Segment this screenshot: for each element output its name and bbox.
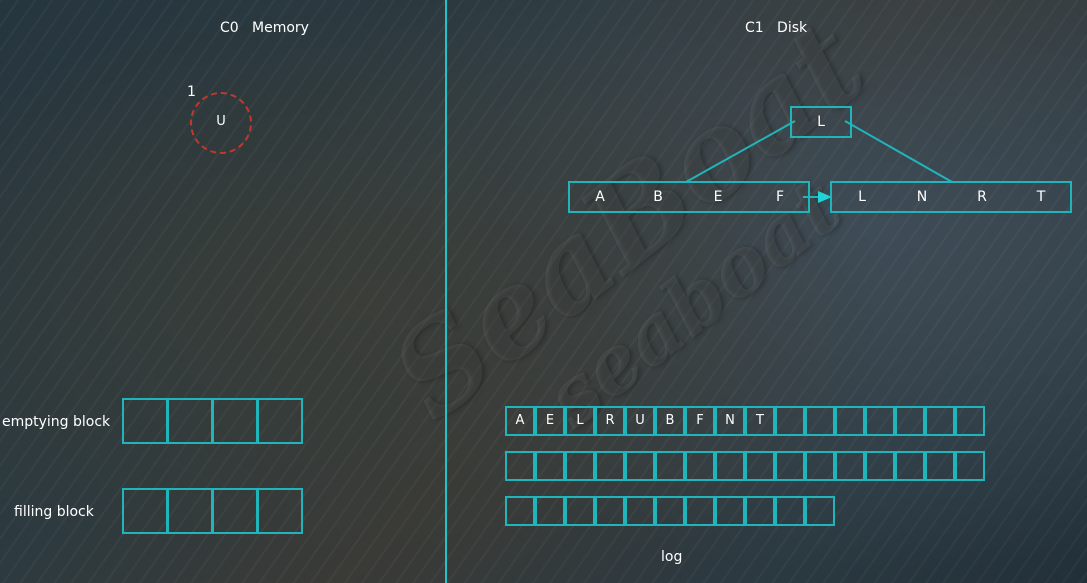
log-cell: [685, 451, 715, 481]
log-cell: [625, 451, 655, 481]
tree-root-label: L: [817, 114, 825, 130]
log-cell: [895, 406, 925, 436]
root-to-right-leaf-line: [844, 120, 953, 183]
log-cell: N: [715, 406, 745, 436]
log-cell: A: [505, 406, 535, 436]
log-cell: [505, 496, 535, 526]
log-cell: [955, 406, 985, 436]
block-cell: [257, 488, 303, 534]
log-cell: [925, 406, 955, 436]
log-cell: [775, 496, 805, 526]
block-cell: [122, 398, 168, 444]
log-cell: [565, 451, 595, 481]
block-cell: [212, 398, 258, 444]
block-cell: [167, 488, 213, 534]
leaf-right-key: L: [858, 189, 866, 205]
leaf-right-key: R: [977, 189, 987, 205]
log-cell: [925, 451, 955, 481]
block-cell: [167, 398, 213, 444]
leaf-right-key: T: [1036, 189, 1046, 205]
log-cell: B: [655, 406, 685, 436]
block-cell: [122, 488, 168, 534]
root-to-left-leaf-line: [685, 120, 796, 183]
log-cell: [595, 451, 625, 481]
log-cell: [835, 451, 865, 481]
log-cell: [895, 451, 925, 481]
log-cell: [745, 496, 775, 526]
log-cell: [685, 496, 715, 526]
log-cell: L: [565, 406, 595, 436]
log-cell: [715, 496, 745, 526]
emptying-block-label: emptying block: [2, 414, 111, 430]
log-cell: E: [535, 406, 565, 436]
log-cell: T: [745, 406, 775, 436]
log-cell: [955, 451, 985, 481]
filling-block-label: filling block: [14, 504, 94, 520]
log-cell: [805, 451, 835, 481]
log-cell: [775, 451, 805, 481]
log-cell: [865, 406, 895, 436]
log-cell: [625, 496, 655, 526]
log-cell: [805, 406, 835, 436]
log-cell: [775, 406, 805, 436]
leaf-right-key: N: [916, 189, 928, 205]
log-cell: [595, 496, 625, 526]
log-cell: [865, 451, 895, 481]
leaf-left-key: F: [775, 189, 785, 205]
leaf-left-key: A: [595, 189, 605, 205]
block-cell: [257, 398, 303, 444]
log-cell: [535, 496, 565, 526]
log-cell: [805, 496, 835, 526]
log-cell: [565, 496, 595, 526]
log-cell: F: [685, 406, 715, 436]
block-cell: [212, 488, 258, 534]
log-cell: [745, 451, 775, 481]
log-cell: [715, 451, 745, 481]
leaf-left-key: E: [713, 189, 723, 205]
log-cell: [835, 406, 865, 436]
log-cell: [535, 451, 565, 481]
leaf-left-key: B: [653, 189, 663, 205]
log-cell: [505, 451, 535, 481]
log-cell: U: [625, 406, 655, 436]
log-cell: R: [595, 406, 625, 436]
log-cell: [655, 496, 685, 526]
log-label: log: [661, 549, 683, 565]
log-cell: [655, 451, 685, 481]
